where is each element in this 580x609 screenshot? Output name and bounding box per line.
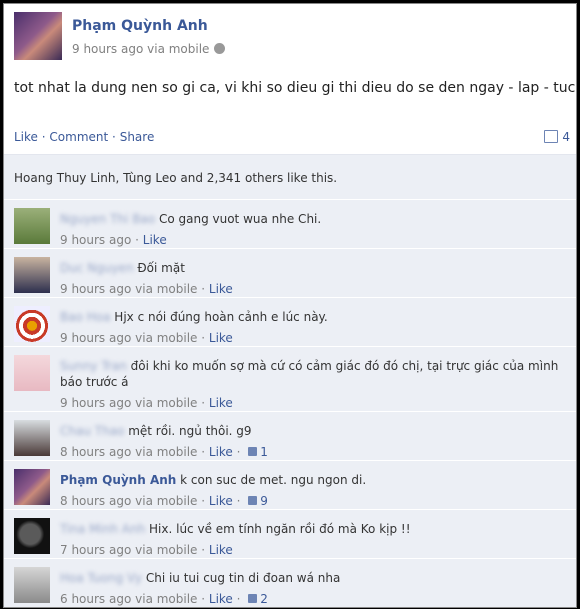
comment-text: k con suc de met. ngu ngon di.: [180, 473, 367, 487]
comment-meta: 8 hours ago via mobile · Like · 1: [60, 445, 268, 459]
comment-body: Nguyen Thi Bao Co gang vuot wua nhe Chi.…: [60, 211, 560, 248]
thumbs-up-icon: [248, 594, 258, 603]
list-item: Bao Hoa Hjx c nói đúng hoàn cảnh e lúc n…: [4, 297, 576, 346]
like-count-value: 1: [260, 445, 268, 459]
comment-text: mệt rồi. ngủ thôi. g9: [128, 424, 252, 438]
comment-author[interactable]: Sunny Tran: [60, 359, 127, 373]
comment-meta: 9 hours ago via mobile · Like: [60, 331, 233, 345]
thumbs-up-icon: [248, 496, 258, 505]
comment-like-link[interactable]: Like: [209, 592, 233, 606]
comment-author[interactable]: Duc Nguyen: [60, 261, 134, 275]
avatar[interactable]: [14, 567, 50, 603]
comment-body: Tina Minh Anh Hix. lúc về em tính ngăn r…: [60, 521, 560, 558]
comment-meta: 9 hours ago via mobile · Like: [60, 396, 233, 410]
comment-like-link[interactable]: Like: [209, 494, 233, 508]
post-time[interactable]: 9 hours ago via mobile: [72, 42, 209, 56]
comment-meta: 7 hours ago via mobile · Like: [60, 543, 233, 557]
comment-like-link[interactable]: Like: [209, 543, 233, 557]
list-item: Tina Minh Anh Hix. lúc về em tính ngăn r…: [4, 509, 576, 558]
avatar[interactable]: [14, 518, 50, 554]
list-item: Hoa Tuong Vy Chi iu tui cug tin di đoan …: [4, 558, 576, 607]
avatar[interactable]: [14, 12, 62, 60]
comment-body: Hoa Tuong Vy Chi iu tui cug tin di đoan …: [60, 570, 560, 607]
post-actions: Like · Comment · Share: [14, 130, 154, 144]
avatar[interactable]: [14, 469, 50, 505]
comment-time[interactable]: 6 hours ago via mobile: [60, 592, 197, 606]
post-text: tot nhat la dung nen so gi ca, vi khi so…: [14, 80, 577, 96]
likes-summary: Hoang Thuy Linh, Tùng Leo and 2,341 othe…: [4, 155, 576, 199]
comment-time[interactable]: 9 hours ago via mobile: [60, 282, 197, 296]
comment-body: Chau Thao mệt rồi. ngủ thôi. g9 8 hours …: [60, 423, 560, 460]
list-item: Nguyen Thi Bao Co gang vuot wua nhe Chi.…: [4, 199, 576, 248]
comment-author[interactable]: Phạm Quỳnh Anh: [60, 473, 176, 487]
share-link[interactable]: Share: [120, 130, 155, 144]
comment-author[interactable]: Bao Hoa: [60, 310, 110, 324]
thumbs-up-icon: [248, 447, 258, 456]
comment-body: Sunny Tran đôi khi ko muốn sợ mà cứ có c…: [60, 358, 560, 411]
comment-link[interactable]: Comment: [49, 130, 108, 144]
comment-body: Phạm Quỳnh Anh k con suc de met. ngu ngo…: [60, 472, 560, 509]
list-item: Phạm Quỳnh Anh k con suc de met. ngu ngo…: [4, 460, 576, 509]
comment-text: Chi iu tui cug tin di đoan wá nha: [145, 571, 341, 585]
comment-like-link[interactable]: Like: [209, 331, 233, 345]
comment-author[interactable]: Chau Thao: [60, 424, 124, 438]
comment-text: Co gang vuot wua nhe Chi.: [158, 212, 322, 226]
comment-meta: 8 hours ago via mobile · Like · 9: [60, 494, 268, 508]
post-author-name[interactable]: Phạm Quỳnh Anh: [72, 18, 208, 34]
comment-count-value: 4: [562, 130, 570, 144]
comment-author[interactable]: Hoa Tuong Vy: [60, 571, 142, 585]
comment-time[interactable]: 8 hours ago via mobile: [60, 494, 197, 508]
comment-meta: 9 hours ago via mobile · Like: [60, 282, 233, 296]
comment-list: Nguyen Thi Bao Co gang vuot wua nhe Chi.…: [4, 199, 576, 607]
separator: ·: [41, 130, 46, 144]
globe-icon: [214, 43, 226, 54]
comment-text: Đối mặt: [137, 261, 185, 275]
comment-text: đôi khi ko muốn sợ mà cứ có cảm giác đó …: [60, 359, 559, 389]
avatar[interactable]: [14, 257, 50, 293]
comment-meta: 9 hours ago · Like: [60, 233, 167, 247]
comment-time[interactable]: 7 hours ago via mobile: [60, 543, 197, 557]
comment-text: Hix. lúc về em tính ngăn rồi đó mà Ko kị…: [149, 522, 411, 536]
comment-text: Hjx c nói đúng hoàn cảnh e lúc này.: [114, 310, 328, 324]
comment-like-count[interactable]: 9: [244, 494, 268, 508]
comment-meta: 6 hours ago via mobile · Like · 2: [60, 592, 268, 606]
like-link[interactable]: Like: [14, 130, 38, 144]
comment-author[interactable]: Nguyen Thi Bao: [60, 212, 155, 226]
list-item: Duc Nguyen Đối mặt 9 hours ago via mobil…: [4, 248, 576, 297]
list-item: Sunny Tran đôi khi ko muốn sợ mà cứ có c…: [4, 346, 576, 411]
comment-like-link[interactable]: Like: [209, 445, 233, 459]
comment-time[interactable]: 9 hours ago via mobile: [60, 331, 197, 345]
list-item: Chau Thao mệt rồi. ngủ thôi. g9 8 hours …: [4, 411, 576, 460]
comment-like-link[interactable]: Like: [209, 396, 233, 410]
avatar[interactable]: [14, 306, 50, 342]
comment-body: Duc Nguyen Đối mặt 9 hours ago via mobil…: [60, 260, 560, 297]
comment-time[interactable]: 9 hours ago via mobile: [60, 396, 197, 410]
avatar[interactable]: [14, 355, 50, 391]
comment-time[interactable]: 8 hours ago via mobile: [60, 445, 197, 459]
comment-bubble-icon: [544, 130, 559, 143]
comment-like-link[interactable]: Like: [143, 233, 167, 247]
avatar[interactable]: [14, 420, 50, 456]
comment-like-count[interactable]: 1: [244, 445, 268, 459]
comment-body: Bao Hoa Hjx c nói đúng hoàn cảnh e lúc n…: [60, 309, 560, 346]
comment-like-link[interactable]: Like: [209, 282, 233, 296]
comment-like-count[interactable]: 2: [244, 592, 268, 606]
comment-time[interactable]: 9 hours ago: [60, 233, 131, 247]
like-count-value: 9: [260, 494, 268, 508]
post-timestamp: 9 hours ago via mobile: [72, 42, 226, 56]
comment-author[interactable]: Tina Minh Anh: [60, 522, 145, 536]
like-count-value: 2: [260, 592, 268, 606]
post-card: Phạm Quỳnh Anh 9 hours ago via mobile to…: [3, 3, 577, 608]
likes-text[interactable]: Hoang Thuy Linh, Tùng Leo and 2,341 othe…: [14, 171, 337, 185]
comment-count[interactable]: 4: [544, 130, 570, 144]
avatar[interactable]: [14, 208, 50, 244]
separator: ·: [112, 130, 116, 144]
